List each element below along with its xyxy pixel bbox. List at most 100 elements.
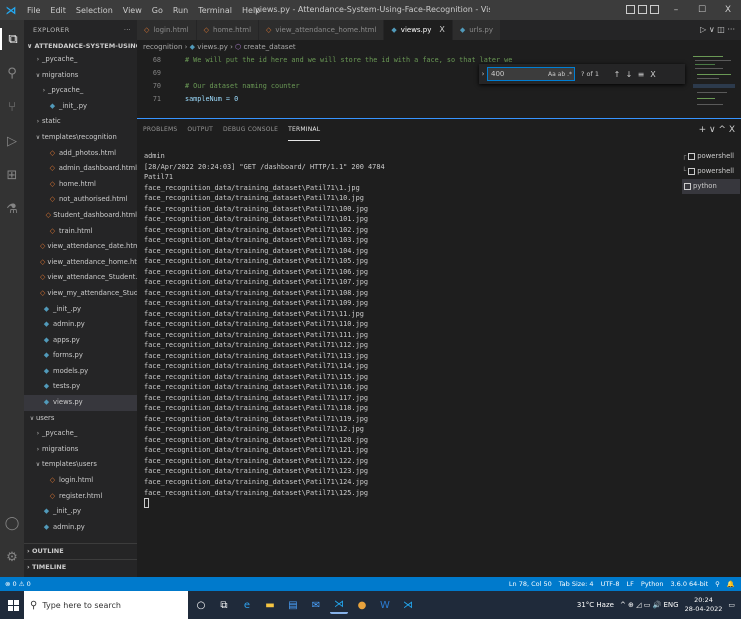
file-item[interactable]: ◆ _init_.py <box>24 99 137 115</box>
notification-icon[interactable]: ▭ <box>728 601 735 609</box>
close-find-icon[interactable]: X <box>647 70 659 79</box>
status-item[interactable]: Tab Size: 4 <box>559 577 594 591</box>
settings-gear-icon[interactable]: ⚙ <box>0 546 24 568</box>
close-tab-icon[interactable]: X <box>439 20 444 40</box>
file-item[interactable]: ◇ not_authorised.html <box>24 192 137 208</box>
file-item[interactable]: ◇view_attendance_Student.html <box>24 270 137 286</box>
terminal-instance-powershell[interactable]: ┌ powershell <box>682 149 740 164</box>
terminal-output[interactable]: admin [28/Apr/2022 20:24:03] "GET /dashbo… <box>144 151 674 571</box>
folder-item[interactable]: ∨ templates\users <box>24 457 137 473</box>
file-item[interactable]: ◇ register.html <box>24 489 137 505</box>
source-control-icon[interactable]: ⑂ <box>0 96 24 118</box>
menu-terminal[interactable]: Terminal <box>193 6 237 15</box>
search-icon[interactable]: ⚲ <box>0 62 24 84</box>
file-item[interactable]: ◆ admin.py <box>24 520 137 536</box>
file-item[interactable]: ◇ train.html <box>24 224 137 240</box>
problems-status[interactable]: ⊗ 0 ⚠ 0 <box>5 577 31 591</box>
folder-item[interactable]: › _pycache_ <box>24 83 137 99</box>
file-item[interactable]: ◇ home.html <box>24 177 137 193</box>
status-item[interactable]: Ln 78, Col 50 <box>509 577 552 591</box>
maximize-button[interactable]: ☐ <box>689 0 715 20</box>
status-item[interactable]: Python <box>641 577 664 591</box>
tab-view-attendance-home-html[interactable]: ◇ view_attendance_home.html <box>259 20 385 40</box>
folder-item[interactable]: › migrations <box>24 442 137 458</box>
task-view-icon[interactable]: ⧉ <box>215 596 233 614</box>
menu-go[interactable]: Go <box>147 6 168 15</box>
folder-item[interactable]: › static <box>24 114 137 130</box>
file-item[interactable]: ◆ _init_.py <box>24 504 137 520</box>
panel-tab-terminal[interactable]: TERMINAL <box>288 119 321 141</box>
panel-tab-output[interactable]: OUTPUT <box>187 119 213 141</box>
calendar-icon[interactable]: ▤ <box>284 596 302 614</box>
chrome-icon[interactable]: ● <box>353 596 371 614</box>
find-options[interactable]: Aa ab .* <box>543 71 577 78</box>
folder-item[interactable]: › _pycache_ <box>24 426 137 442</box>
status-item[interactable]: 🔔 <box>727 577 735 591</box>
taskbar-search[interactable]: ⚲ Type here to search <box>24 591 188 619</box>
tray-icons[interactable]: ^ ⊕ ◿ ▭ 🔊 ENG <box>620 601 679 609</box>
toggle-secondary-sidebar-icon[interactable] <box>650 5 659 14</box>
tab-views-py[interactable]: ◆ views.py X <box>384 20 453 40</box>
file-item[interactable]: ◇ login.html <box>24 473 137 489</box>
folder-item[interactable]: › _pycache_ <box>24 52 137 68</box>
menu-selection[interactable]: Selection <box>71 6 118 15</box>
status-item[interactable]: 3.6.0 64-bit <box>670 577 708 591</box>
menu-file[interactable]: File <box>22 6 45 15</box>
panel-tab-problems[interactable]: PROBLEMS <box>143 119 177 141</box>
next-match-icon[interactable]: ↓ <box>623 70 635 79</box>
file-item[interactable]: ◆ admin.py <box>24 317 137 333</box>
folder-item[interactable]: ∨ users <box>24 411 137 427</box>
file-item[interactable]: ◆ views.py <box>24 395 137 411</box>
editor-actions[interactable]: ▷ ∨ ◫ ··· <box>700 20 735 40</box>
terminal-instance-powershell[interactable]: └ powershell <box>682 164 740 179</box>
outline-section[interactable]: › OUTLINE <box>24 543 137 557</box>
timeline-section[interactable]: › TIMELINE <box>24 559 137 573</box>
explorer-icon[interactable]: ⧉ <box>0 28 24 50</box>
toggle-replace-icon[interactable]: › <box>479 70 487 78</box>
minimize-button[interactable]: – <box>663 0 689 20</box>
vscode-icon[interactable]: ⋊ <box>330 596 348 614</box>
file-item[interactable]: ◇ Student_dashboard.html <box>24 208 137 224</box>
find-in-selection-icon[interactable]: ≡ <box>635 70 647 79</box>
status-item[interactable]: LF <box>627 577 634 591</box>
terminal-instance-python[interactable]: python <box>682 179 740 194</box>
file-explorer-icon[interactable]: ▬ <box>261 596 279 614</box>
extensions-icon[interactable]: ⊞ <box>0 164 24 186</box>
close-button[interactable]: X <box>715 0 741 20</box>
previous-match-icon[interactable]: ↑ <box>611 70 623 79</box>
file-item[interactable]: ◇view_my_attendance_Student... <box>24 286 137 302</box>
file-item[interactable]: ◇ view_attendance_home.html <box>24 255 137 271</box>
clock[interactable]: 20:24 28-04-2022 <box>685 596 723 614</box>
folder-item[interactable]: ∨ templates\recognition <box>24 130 137 146</box>
mail-icon[interactable]: ✉ <box>307 596 325 614</box>
file-item[interactable]: ◇ add_photos.html <box>24 146 137 162</box>
file-item[interactable]: ◆ forms.py <box>24 348 137 364</box>
word-icon[interactable]: W <box>376 596 394 614</box>
breadcrumb-folder[interactable]: recognition <box>143 43 182 51</box>
file-item[interactable]: ◆ models.py <box>24 364 137 380</box>
minimap[interactable] <box>693 54 735 116</box>
tab-login-html[interactable]: ◇ login.html <box>137 20 197 40</box>
toggle-sidebar-icon[interactable] <box>626 5 635 14</box>
file-item[interactable]: ◆ tests.py <box>24 379 137 395</box>
run-debug-icon[interactable]: ▷ <box>0 130 24 152</box>
start-button[interactable] <box>0 591 26 619</box>
breadcrumb-file[interactable]: views.py <box>197 43 228 51</box>
explorer-more-actions-icon[interactable]: ··· <box>124 20 131 40</box>
store-icon[interactable]: ⋊ <box>399 596 417 614</box>
file-item[interactable]: ◆ apps.py <box>24 333 137 349</box>
weather-widget[interactable]: 31°C Haze <box>577 601 614 609</box>
tab-home-html[interactable]: ◇ home.html <box>196 20 260 40</box>
testing-icon[interactable]: ⚗ <box>0 198 24 220</box>
tab-urls-py[interactable]: ◆ urls.py <box>452 20 501 40</box>
project-folder-header[interactable]: ∨ ATTENDANCE-SYSTEM-USING-FACE-R... <box>24 40 137 52</box>
edge-icon[interactable]: e <box>238 596 256 614</box>
file-item[interactable]: ◇ admin_dashboard.html <box>24 161 137 177</box>
menu-view[interactable]: View <box>118 6 147 15</box>
cortana-icon[interactable]: ○ <box>192 596 210 614</box>
panel-actions[interactable]: + ∨ ^ X <box>699 119 735 141</box>
breadcrumb-symbol[interactable]: create_dataset <box>243 43 295 51</box>
toggle-panel-icon[interactable] <box>638 5 647 14</box>
accounts-icon[interactable]: ◯ <box>0 512 24 534</box>
status-item[interactable]: ⚲ <box>715 577 720 591</box>
